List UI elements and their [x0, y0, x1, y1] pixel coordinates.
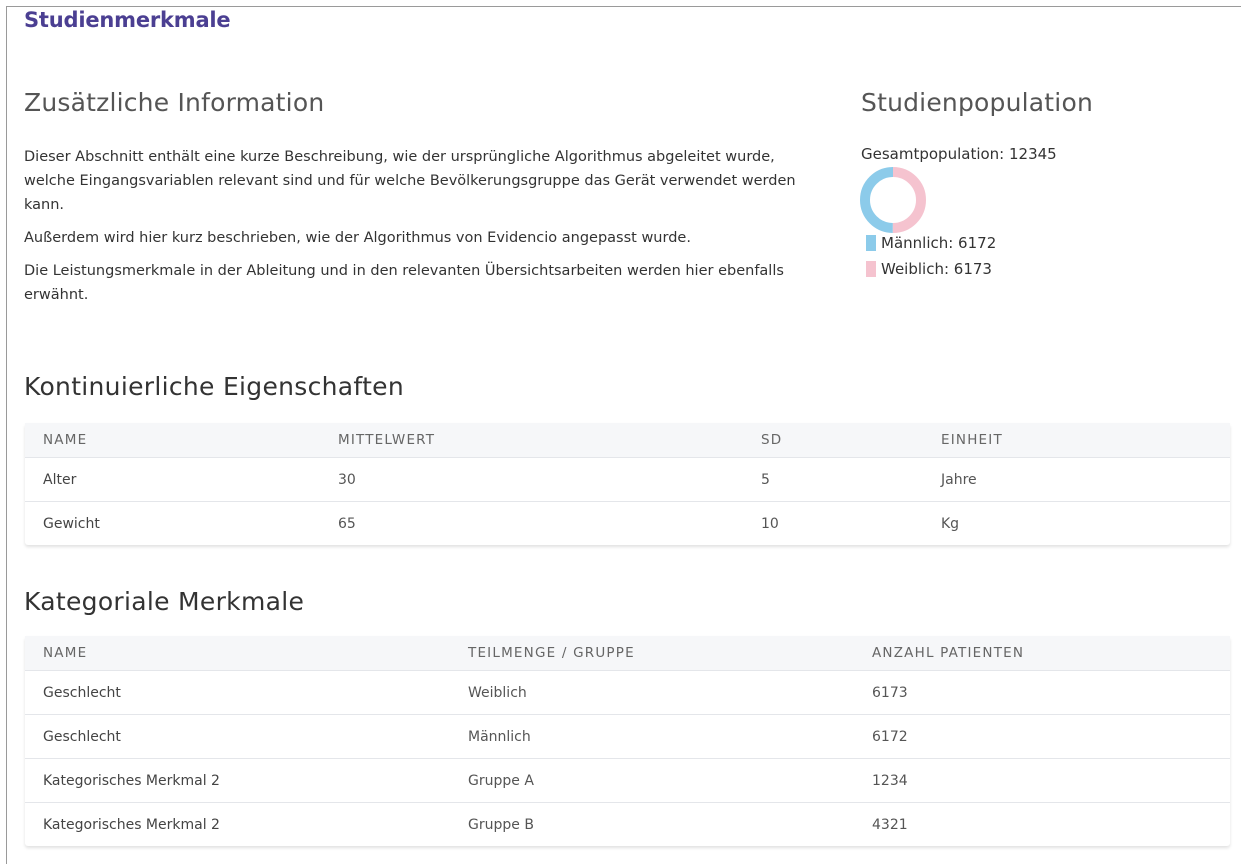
page-title: Studienmerkmale: [24, 8, 231, 32]
table-header-row: NAME MITTELWERT SD EINHEIT: [25, 423, 1230, 458]
column-header: EINHEIT: [941, 432, 1003, 448]
table-cell: 4321: [854, 802, 1230, 846]
continuous-heading: Kontinuierliche Eigenschaften: [24, 372, 405, 401]
continuous-table: NAME MITTELWERT SD EINHEIT Alter 30 5 Ja…: [25, 423, 1230, 545]
legend-swatch-male: [866, 235, 876, 251]
table-row: Geschlecht Männlich 6172: [25, 714, 1230, 759]
table-row: Alter 30 5 Jahre: [25, 457, 1230, 502]
column-header: NAME: [43, 645, 88, 661]
info-heading: Zusätzliche Information: [24, 88, 325, 117]
column-header: SD: [761, 432, 783, 448]
column-header: ANZAHL PATIENTEN: [872, 645, 1025, 661]
table-cell: 65: [320, 501, 743, 545]
table-row: Gewicht 65 10 Kg: [25, 501, 1230, 545]
table-cell: Geschlecht: [25, 714, 450, 759]
info-paragraph: Die Leistungsmerkmale in der Ableitung u…: [24, 263, 784, 303]
table-row: Kategorisches Merkmal 2 Gruppe A 1234: [25, 758, 1230, 803]
table-cell: 10: [743, 501, 923, 545]
table-cell: 30: [320, 457, 743, 502]
table-cell: Geschlecht: [25, 670, 450, 715]
table-cell: 1234: [854, 758, 1230, 803]
table-cell: Gewicht: [25, 501, 320, 545]
table-header-row: NAME TEILMENGE / GRUPPE ANZAHL PATIENTEN: [25, 636, 1230, 671]
population-total: Gesamtpopulation: 12345: [861, 145, 1057, 163]
table-cell: Gruppe B: [450, 802, 854, 846]
legend-female: Weiblich: 6173: [866, 260, 992, 278]
table-cell: Kategorisches Merkmal 2: [25, 758, 450, 803]
legend-label-female: Weiblich: 6173: [881, 260, 992, 278]
column-header: NAME: [43, 432, 88, 448]
legend-swatch-female: [866, 261, 876, 277]
info-paragraph: Außerdem wird hier kurz beschrieben, wie…: [24, 230, 691, 246]
table-cell: Weiblich: [450, 670, 854, 715]
table-row: Geschlecht Weiblich 6173: [25, 670, 1230, 715]
population-heading: Studienpopulation: [861, 88, 1093, 117]
table-cell: Gruppe A: [450, 758, 854, 803]
table-cell: Jahre: [923, 457, 1230, 502]
table-cell: Kategorisches Merkmal 2: [25, 802, 450, 846]
column-header: TEILMENGE / GRUPPE: [468, 645, 635, 661]
table-cell: Kg: [923, 501, 1230, 545]
table-cell: 6172: [854, 714, 1230, 759]
legend-label-male: Männlich: 6172: [881, 234, 997, 252]
column-header: MITTELWERT: [338, 432, 436, 448]
table-cell: 6173: [854, 670, 1230, 715]
population-donut-chart: [860, 167, 926, 233]
info-text: Dieser Abschnitt enthält eine kurze Besc…: [24, 145, 814, 316]
categorical-table: NAME TEILMENGE / GRUPPE ANZAHL PATIENTEN…: [25, 636, 1230, 846]
info-paragraph: Dieser Abschnitt enthält eine kurze Besc…: [24, 149, 796, 213]
table-cell: 5: [743, 457, 923, 502]
table-cell: Alter: [25, 457, 320, 502]
categorical-heading: Kategoriale Merkmale: [24, 587, 305, 616]
table-row: Kategorisches Merkmal 2 Gruppe B 4321: [25, 802, 1230, 846]
legend-male: Männlich: 6172: [866, 234, 996, 252]
table-cell: Männlich: [450, 714, 854, 759]
